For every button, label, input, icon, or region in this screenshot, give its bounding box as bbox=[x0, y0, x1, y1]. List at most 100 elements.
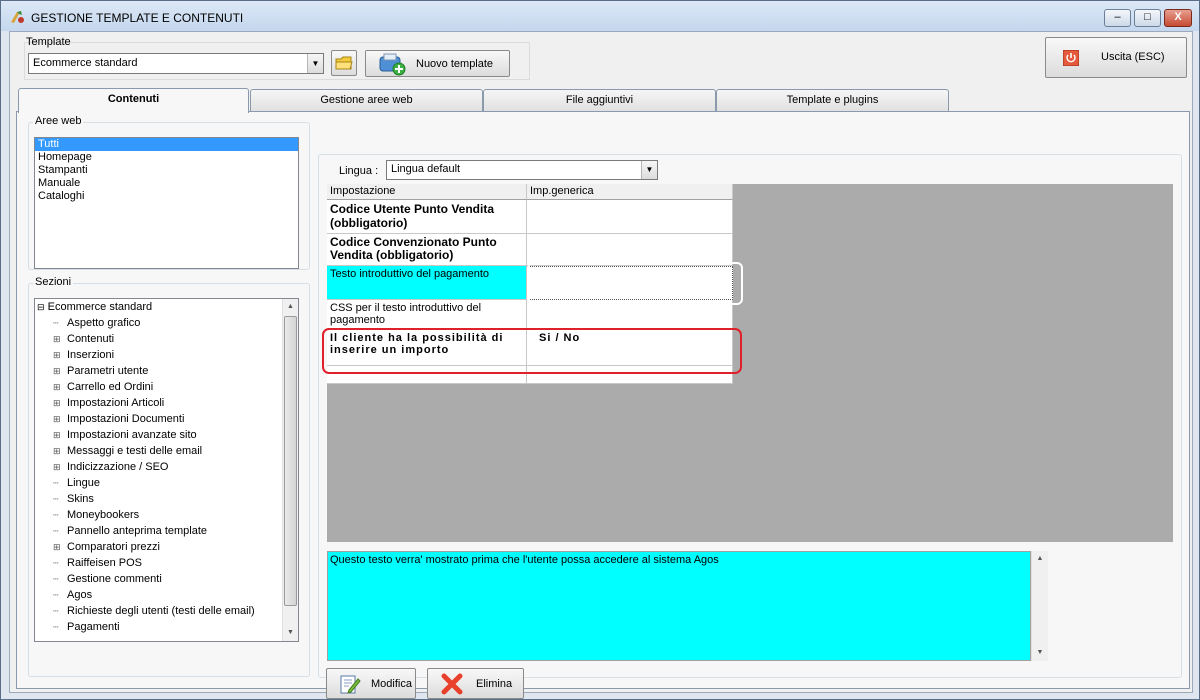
tree-item[interactable]: ┄ Gestione commenti bbox=[53, 571, 162, 587]
expand-icon[interactable]: ⊞ bbox=[53, 411, 67, 427]
tab-contenuti[interactable]: Contenuti bbox=[18, 88, 249, 113]
tree-item[interactable]: ⊞ Parametri utente bbox=[53, 363, 148, 379]
description-textarea[interactable]: Questo testo verra' mostrato prima che l… bbox=[327, 551, 1031, 661]
sezioni-scrollbar[interactable]: ▲ ▼ bbox=[282, 299, 298, 641]
maximize-button[interactable]: □ bbox=[1134, 9, 1161, 27]
expand-icon[interactable]: ⊞ bbox=[53, 331, 67, 347]
aree-web-list[interactable]: Tutti Homepage Stampanti Manuale Catalog… bbox=[34, 137, 299, 269]
tree-item[interactable]: ⊞ Contenuti bbox=[53, 331, 114, 347]
list-item[interactable]: Manuale bbox=[35, 177, 298, 190]
column-header[interactable]: Imp.generica bbox=[527, 184, 733, 200]
tree-item[interactable]: ┄ Richieste degli utenti (testi delle ema… bbox=[53, 603, 255, 619]
scroll-up-icon[interactable]: ▲ bbox=[283, 299, 298, 315]
scroll-up-icon[interactable]: ▲ bbox=[1032, 551, 1048, 567]
tree-item-label: Contenuti bbox=[67, 333, 115, 345]
expand-icon[interactable]: ⊞ bbox=[53, 427, 67, 443]
setting-name-cell[interactable]: Codice Utente Punto Vendita (obbligatori… bbox=[327, 200, 527, 234]
delete-x-icon bbox=[441, 673, 463, 695]
tree-item[interactable]: ┄ Pannello anteprima template bbox=[53, 523, 207, 539]
lingua-select-value: Lingua default bbox=[391, 163, 461, 175]
template-select-value: Ecommerce standard bbox=[33, 57, 138, 69]
expand-icon[interactable]: ⊞ bbox=[53, 395, 67, 411]
tree-item[interactable]: ┄ Lingue bbox=[53, 475, 100, 491]
list-item[interactable]: Homepage bbox=[35, 151, 298, 164]
tree-item-label: Pannello anteprima template bbox=[67, 525, 208, 537]
open-folder-button[interactable] bbox=[331, 50, 357, 76]
focus-highlight bbox=[527, 262, 743, 305]
tree-item-label: Impostazioni avanzate sito bbox=[67, 429, 197, 441]
sezioni-label: Sezioni bbox=[33, 276, 74, 288]
delete-button[interactable]: Elimina bbox=[427, 668, 524, 699]
main-window: GESTIONE TEMPLATE E CONTENUTI ‒ □ X Temp… bbox=[0, 0, 1200, 700]
tree-line-icon: ┄ bbox=[53, 558, 59, 568]
tree-item[interactable]: ⊞ Impostazioni Articoli bbox=[53, 395, 164, 411]
tab-gestione-aree-web[interactable]: Gestione aree web bbox=[250, 89, 483, 111]
close-button[interactable]: X bbox=[1164, 9, 1192, 27]
setting-value-cell[interactable] bbox=[527, 200, 733, 234]
delete-label: Elimina bbox=[476, 678, 513, 690]
folder-icon bbox=[335, 56, 353, 70]
chevron-down-icon[interactable]: ▼ bbox=[641, 161, 657, 179]
setting-name-cell[interactable]: CSS per il testo introduttivo del pagame… bbox=[327, 300, 527, 330]
tree-item[interactable]: ⊞ Inserzioni bbox=[53, 347, 114, 363]
scroll-thumb[interactable] bbox=[284, 316, 297, 606]
scroll-down-icon[interactable]: ▼ bbox=[283, 625, 298, 641]
tree-line-icon: ┄ bbox=[53, 510, 59, 520]
collapse-icon[interactable]: ⊟ bbox=[37, 302, 45, 312]
setting-name-cell[interactable]: Testo introduttivo del pagamento bbox=[327, 266, 527, 300]
tab-file-aggiuntivi[interactable]: File aggiuntivi bbox=[483, 89, 716, 111]
tree-line-icon: ┄ bbox=[53, 622, 59, 632]
tree-item[interactable]: ┄ Skins bbox=[53, 491, 94, 507]
expand-icon[interactable]: ⊞ bbox=[53, 443, 67, 459]
description-scrollbar[interactable]: ▲ ▼ bbox=[1031, 551, 1048, 661]
tree-item[interactable]: ┄ Moneybookers bbox=[53, 507, 139, 523]
chevron-down-icon[interactable]: ▼ bbox=[307, 54, 323, 73]
template-select[interactable]: Ecommerce standard ▼ bbox=[28, 53, 324, 74]
tab-template-plugins[interactable]: Template e plugins bbox=[716, 89, 949, 111]
edit-icon bbox=[340, 675, 361, 694]
tree-item-label: Impostazioni Articoli bbox=[67, 397, 165, 409]
column-header[interactable]: Impostazione bbox=[327, 184, 527, 200]
tree-item[interactable]: ⊞ Impostazioni avanzate sito bbox=[53, 427, 197, 443]
tree-item-label: Impostazioni Documenti bbox=[67, 413, 185, 425]
tree-item[interactable]: ⊞ Messaggi e testi delle email bbox=[53, 443, 202, 459]
expand-icon[interactable]: ⊞ bbox=[53, 347, 67, 363]
app-icon bbox=[11, 11, 24, 23]
tree-line-icon: ┄ bbox=[53, 494, 59, 504]
tree-item-label: Indicizzazione / SEO bbox=[67, 461, 169, 473]
new-template-button[interactable]: Nuovo template bbox=[365, 50, 510, 77]
modify-button[interactable]: Modifica bbox=[326, 668, 416, 699]
tree-item[interactable]: ⊞ Indicizzazione / SEO bbox=[53, 459, 169, 475]
minimize-button[interactable]: ‒ bbox=[1104, 9, 1131, 27]
lingua-label: Lingua : bbox=[339, 165, 379, 177]
expand-icon[interactable]: ⊞ bbox=[53, 539, 67, 555]
list-item[interactable]: Stampanti bbox=[35, 164, 298, 177]
expand-icon[interactable]: ⊞ bbox=[53, 363, 67, 379]
contenuti-panel: Aree web Tutti Homepage Stampanti Manual… bbox=[16, 111, 1190, 699]
tree-item-label: Messaggi e testi delle email bbox=[67, 445, 203, 457]
scroll-down-icon[interactable]: ▼ bbox=[1032, 645, 1048, 661]
title-bar[interactable]: GESTIONE TEMPLATE E CONTENUTI ‒ □ X bbox=[1, 1, 1199, 31]
tree-item[interactable]: ┄ Pagamenti bbox=[53, 619, 120, 635]
tree-item[interactable]: ⊞ Impostazioni Documenti bbox=[53, 411, 184, 427]
tree-item-label: Richieste degli utenti (testi delle emai… bbox=[67, 605, 255, 617]
tree-item-label: Aspetto grafico bbox=[67, 317, 141, 329]
tree-item[interactable]: ⊞ Comparatori prezzi bbox=[53, 539, 160, 555]
tree-item[interactable]: ⊞ Carrello ed Ordini bbox=[53, 379, 153, 395]
exit-button[interactable]: Uscita (ESC) bbox=[1045, 37, 1187, 78]
tree-root[interactable]: ⊟ Ecommerce standard bbox=[37, 299, 152, 315]
tree-item-label: Raiffeisen POS bbox=[67, 557, 143, 569]
lingua-select[interactable]: Lingua default ▼ bbox=[386, 160, 658, 180]
list-item[interactable]: Cataloghi bbox=[35, 190, 298, 203]
tree-line-icon: ┄ bbox=[53, 574, 59, 584]
tree-item[interactable]: ┄ Raiffeisen POS bbox=[53, 555, 142, 571]
new-template-label: Nuovo template bbox=[416, 58, 494, 70]
expand-icon[interactable]: ⊞ bbox=[53, 379, 67, 395]
list-item[interactable]: Tutti bbox=[35, 138, 298, 151]
sezioni-tree[interactable]: ⊟ Ecommerce standard ┄ Aspetto grafico ⊞ Co… bbox=[34, 298, 299, 642]
tree-item[interactable]: ┄ Aspetto grafico bbox=[53, 315, 140, 331]
expand-icon[interactable]: ⊞ bbox=[53, 459, 67, 475]
tree-item[interactable]: ┄ Agos bbox=[53, 587, 92, 603]
settings-grid[interactable]: Impostazione Imp.generica Codice Utente … bbox=[322, 184, 1173, 542]
setting-name-cell[interactable]: Codice Convenzionato Punto Vendita (obbl… bbox=[327, 234, 527, 266]
